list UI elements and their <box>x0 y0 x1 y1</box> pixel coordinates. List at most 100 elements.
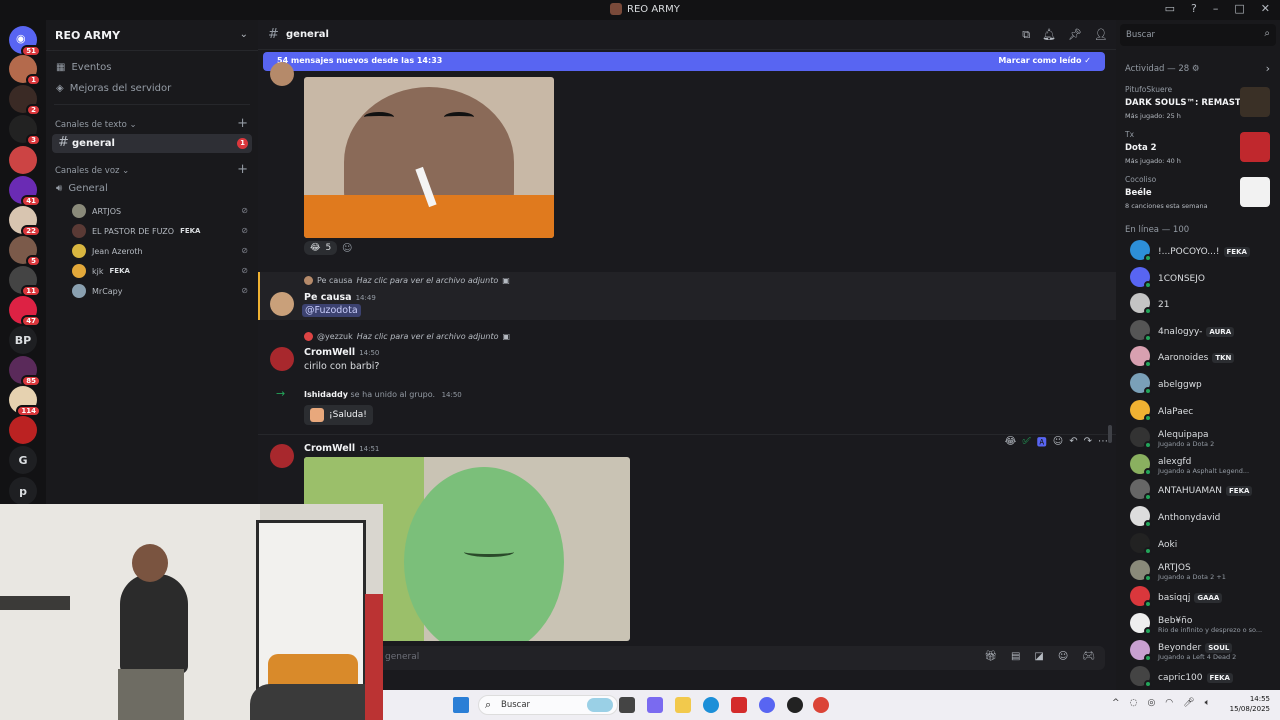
reply-icon[interactable]: ↶ <box>1069 436 1077 447</box>
gift-icon[interactable]: 🎁︎ <box>984 651 997 662</box>
minimize-button[interactable]: – <box>1213 2 1219 15</box>
server-icon[interactable]: 22 <box>9 206 41 237</box>
obs-icon[interactable] <box>787 697 803 713</box>
explorer-icon[interactable] <box>675 697 691 713</box>
server-icon[interactable]: 47 <box>9 296 41 327</box>
avatar[interactable] <box>270 292 294 316</box>
voice-category[interactable]: Canales de voz ⌄ <box>55 166 129 176</box>
avatar[interactable] <box>270 62 294 86</box>
member-item[interactable]: 4nalogyy- AURA <box>1130 319 1235 342</box>
taskbar-search[interactable]: ⌕ Buscar <box>478 695 618 715</box>
home-button[interactable]: ◉ 51 <box>9 26 41 57</box>
search-input[interactable]: Buscar ⌕ <box>1120 24 1276 46</box>
member-item[interactable]: ANTAHUAMAN FEKA <box>1130 479 1253 502</box>
nav-boosts[interactable]: ◈ Mejoras del servidor <box>56 83 171 94</box>
member-item[interactable]: Alequipapa Jugando a Dota 2 <box>1130 426 1214 450</box>
member-item[interactable]: Aoki <box>1130 532 1177 555</box>
check-react-icon[interactable]: ✅︎ <box>1022 436 1030 447</box>
chevron-down-icon[interactable]: ⌄ <box>240 29 248 40</box>
tray-app-icon[interactable]: ◌ <box>1130 698 1138 708</box>
member-item[interactable]: Aaronoides TKN <box>1130 346 1235 369</box>
a-react-icon[interactable]: 🅰︎ <box>1037 434 1047 449</box>
member-item[interactable]: Beyonder SOUL Jugando a Left 4 Dead 2 <box>1130 639 1236 662</box>
server-icon[interactable]: 1 <box>9 55 41 86</box>
member-item[interactable]: abelggwp <box>1130 373 1202 395</box>
add-channel-button[interactable]: + <box>237 116 248 131</box>
message-input[interactable]: general 🎁︎ ▤ ◪ ☺ 🎮︎ <box>263 646 1105 670</box>
server-icon[interactable]: 85 <box>9 356 41 387</box>
server-icon[interactable]: 3 <box>9 115 41 146</box>
member-item[interactable]: 21 <box>1130 293 1169 316</box>
text-category[interactable]: Canales de texto ⌄ <box>55 120 137 130</box>
chevron-right-icon[interactable]: › <box>1266 62 1270 75</box>
pin-icon[interactable]: 📌︎ <box>1068 28 1082 42</box>
message-author[interactable]: CromWell 14:50 <box>304 347 379 358</box>
emoji-icon[interactable]: ☺ <box>1058 651 1068 662</box>
threads-icon[interactable]: ⧉ <box>1022 28 1030 42</box>
server-g[interactable]: G <box>9 446 37 474</box>
message-author[interactable]: CromWell 14:51 <box>304 443 379 454</box>
help-icon[interactable]: ? <box>1191 2 1197 15</box>
voice-user[interactable]: EL PASTOR DE FUZO FEKA <box>72 224 200 238</box>
wifi-icon[interactable]: ◠ <box>1165 698 1173 708</box>
user-mention[interactable]: @Fuzodota <box>302 304 361 317</box>
bell-icon[interactable]: 🔔︎ <box>1042 28 1056 42</box>
channel-general[interactable]: # general 1 <box>52 134 252 153</box>
windows-start-icon[interactable] <box>453 697 469 713</box>
edge-icon[interactable] <box>703 697 719 713</box>
new-messages-bar[interactable]: 54 mensajes nuevos desde las 14:33 Marca… <box>263 52 1105 71</box>
maximize-button[interactable]: □ <box>1234 2 1244 15</box>
gif-icon[interactable]: ▤ <box>1011 651 1020 662</box>
message-author[interactable]: Pe causa 14:49 <box>304 292 376 303</box>
member-item[interactable]: ARTJOS Jugando a Dota 2 +1 <box>1130 559 1226 583</box>
voice-user[interactable]: kjk FEKA <box>72 264 130 278</box>
add-reaction-icon[interactable]: ☺ <box>342 243 352 254</box>
add-reaction-icon[interactable]: ☺ <box>1053 436 1063 447</box>
members-icon[interactable]: 👤︎ <box>1094 28 1108 42</box>
copilot-icon[interactable] <box>647 697 663 713</box>
chevron-up-icon[interactable]: ^ <box>1112 698 1120 708</box>
discord-icon[interactable] <box>759 697 775 713</box>
voice-user[interactable]: Jean Azeroth <box>72 244 143 258</box>
scrollbar[interactable] <box>1108 425 1112 443</box>
close-button[interactable]: ✕ <box>1261 2 1270 15</box>
more-icon[interactable]: ⋯ <box>1098 436 1108 447</box>
app-icon[interactable] <box>731 697 747 713</box>
forward-icon[interactable]: ↷ <box>1084 436 1092 447</box>
member-item[interactable]: basiqqj GAAA <box>1130 585 1223 608</box>
game-icon[interactable]: 🎮︎ <box>1082 651 1095 662</box>
wave-button[interactable]: ¡Saluda! <box>304 405 373 425</box>
member-item[interactable]: 1CONSEJO <box>1130 266 1205 289</box>
avatar[interactable] <box>270 347 294 371</box>
inbox-icon[interactable]: ▭ <box>1165 2 1175 15</box>
server-name[interactable]: REO ARMY <box>55 29 120 42</box>
server-icon[interactable]: 11 <box>9 266 41 297</box>
server-bp[interactable]: BP <box>9 326 37 354</box>
volume-icon[interactable]: 🔈︎ <box>1205 698 1210 708</box>
member-item[interactable]: AlaPaec <box>1130 399 1193 422</box>
server-icon[interactable]: 2 <box>9 85 41 116</box>
chrome-icon[interactable] <box>813 697 829 713</box>
voice-user[interactable]: MrCapy <box>72 284 123 298</box>
server-icon[interactable]: 41 <box>9 176 41 207</box>
reply-reference[interactable]: @yezzuk Haz clic para ver el archivo adj… <box>304 332 510 341</box>
image-attachment[interactable] <box>304 77 554 238</box>
member-item[interactable]: Anthonydavid <box>1130 506 1220 528</box>
voice-channel-general[interactable]: 🔊︎ General <box>56 183 108 194</box>
server-p[interactable]: p <box>9 477 37 505</box>
avatar[interactable] <box>270 444 294 468</box>
member-item[interactable]: alexgfd Jugando a Asphalt Legend... <box>1130 453 1249 476</box>
server-icon[interactable]: 5 <box>9 236 41 267</box>
server-icon[interactable] <box>9 146 37 174</box>
member-item[interactable]: !...POCOYO...! FEKA <box>1130 240 1250 262</box>
server-icon[interactable] <box>9 416 37 444</box>
voice-user[interactable]: ARTJOS <box>72 204 121 218</box>
add-voice-channel-button[interactable]: + <box>237 162 248 177</box>
mic-icon[interactable]: 🎤︎ <box>1183 698 1194 708</box>
server-icon[interactable]: 114 <box>9 386 41 417</box>
mark-read-button[interactable]: Marcar como leído ✓ <box>998 56 1091 65</box>
tray-app-icon[interactable]: ◎ <box>1147 698 1155 708</box>
member-item[interactable]: capric100 FEKA <box>1130 665 1233 688</box>
clock[interactable]: 14:55 15/08/2025 <box>1230 694 1270 714</box>
task-view-icon[interactable] <box>619 697 635 713</box>
